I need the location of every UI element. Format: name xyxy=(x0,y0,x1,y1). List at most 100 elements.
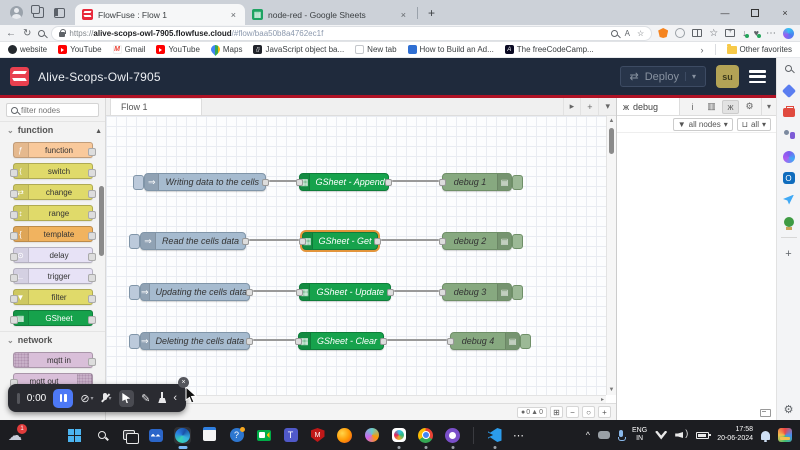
cursor-tool-button[interactable] xyxy=(119,390,135,407)
debug-node[interactable]: debug 2 ▤ xyxy=(442,232,512,250)
gsheet-get-node-selected[interactable]: ▦ GSheet - Get xyxy=(302,232,378,250)
bookmark-website[interactable]: website xyxy=(8,45,47,54)
sidebar-search-icon[interactable] xyxy=(782,62,795,75)
tray-device-icon[interactable] xyxy=(598,431,610,439)
palette-node-gsheet[interactable]: ▦GSheet xyxy=(13,310,93,326)
inject-button[interactable] xyxy=(129,285,140,300)
bookmark-maps[interactable]: Maps xyxy=(211,45,243,54)
canvas-vertical-scrollbar[interactable]: ▲ ▼ xyxy=(606,116,616,395)
input-port[interactable] xyxy=(296,179,303,186)
palette-node-delay[interactable]: ⊙delay xyxy=(13,247,93,263)
tools-icon[interactable] xyxy=(782,106,795,119)
outlook-icon[interactable]: O xyxy=(783,172,795,184)
inject-node[interactable]: ⇒ Writing data to the cells xyxy=(144,173,266,191)
palette-node-range[interactable]: ↕range xyxy=(13,205,93,221)
input-port[interactable] xyxy=(299,238,306,245)
config-tab-icon[interactable]: ⚙ xyxy=(741,100,758,114)
palette-filter[interactable] xyxy=(6,103,99,117)
close-window-button[interactable]: × xyxy=(770,0,800,25)
language-indicator[interactable]: ENGIN xyxy=(632,427,647,444)
status-counts[interactable]: ● 0 ▲ 0 xyxy=(517,407,547,418)
tab-actions-icon[interactable] xyxy=(54,8,65,18)
media-app-icon[interactable] xyxy=(147,427,164,444)
tab-sheets[interactable]: ▦ node-red - Google Sheets × xyxy=(245,4,415,25)
sidebar-settings-icon[interactable]: ⚙ xyxy=(782,403,795,416)
output-port[interactable] xyxy=(246,338,253,345)
restore-button[interactable] xyxy=(740,0,770,25)
inject-button[interactable] xyxy=(129,334,140,349)
google-meet-icon[interactable] xyxy=(255,427,272,444)
bookmark-newtab[interactable]: New tab xyxy=(355,45,396,54)
address-bar[interactable]: https://alive-scops-owl-7905.flowfuse.cl… xyxy=(52,27,651,40)
bookmarks-overflow-icon[interactable]: › xyxy=(701,45,704,55)
zoom-search-icon[interactable] xyxy=(611,30,618,37)
taskbar-search-icon[interactable] xyxy=(93,427,110,444)
input-port[interactable] xyxy=(439,179,446,186)
shopping-icon[interactable] xyxy=(782,84,795,97)
debug-toggle-button[interactable] xyxy=(512,285,523,300)
palette-node-switch[interactable]: ⟨switch xyxy=(13,163,93,179)
main-menu-icon[interactable] xyxy=(749,70,766,83)
input-port[interactable] xyxy=(439,289,446,296)
back-icon[interactable]: ← xyxy=(6,28,16,39)
vscode-icon[interactable] xyxy=(486,427,503,444)
games-icon[interactable] xyxy=(782,215,795,228)
slack-icon[interactable] xyxy=(390,427,407,444)
app-icon[interactable] xyxy=(363,427,380,444)
search-icon[interactable] xyxy=(38,30,45,37)
palette-section-function[interactable]: ⌄ function xyxy=(0,121,105,138)
add-sidebar-icon[interactable]: + xyxy=(782,247,795,260)
battery-icon[interactable] xyxy=(696,432,709,439)
eraser-tool-button[interactable] xyxy=(157,392,166,404)
profile-icon[interactable] xyxy=(10,6,23,19)
clock[interactable]: 17:5820-06-2024 xyxy=(717,426,753,444)
help-tab-icon[interactable]: ▥ xyxy=(703,100,720,114)
close-tab-icon[interactable]: × xyxy=(229,10,238,20)
tab-scroll-right-icon[interactable]: ▸ xyxy=(563,98,581,115)
bookmark-howto[interactable]: How to Build an Ad... xyxy=(408,45,494,54)
get-help-icon[interactable]: ? xyxy=(228,427,245,444)
debug-toggle-button[interactable] xyxy=(512,234,523,249)
drag-handle[interactable] xyxy=(17,393,20,404)
palette-node-change[interactable]: ⇄change xyxy=(13,184,93,200)
teams-icon[interactable]: T xyxy=(282,427,299,444)
read-aloud-icon[interactable]: A xyxy=(625,29,630,38)
extension-icon[interactable] xyxy=(675,28,685,38)
collapse-toolbar-icon[interactable]: ‹ xyxy=(173,392,177,404)
debug-tab-icon[interactable]: ж xyxy=(722,100,739,114)
browser-essentials-icon[interactable]: ♥ xyxy=(754,28,759,38)
designer-icon[interactable] xyxy=(782,150,795,163)
camera-off-button[interactable]: ⊘▾ xyxy=(80,392,93,405)
deploy-button[interactable]: ⇄ Deploy ▾ xyxy=(620,66,706,87)
debug-node[interactable]: debug 4 ▤ xyxy=(450,332,520,350)
scrollbar-thumb[interactable] xyxy=(609,128,614,154)
volume-icon[interactable] xyxy=(675,430,688,440)
user-avatar[interactable]: su xyxy=(716,65,739,88)
output-port[interactable] xyxy=(242,238,249,245)
zoom-out-button[interactable]: − xyxy=(566,406,579,418)
scroll-down-icon[interactable]: ▼ xyxy=(609,387,615,393)
refresh-icon[interactable]: ↻ xyxy=(23,28,31,39)
microsoft365-icon[interactable] xyxy=(782,128,795,141)
info-tab-icon[interactable]: i xyxy=(684,100,701,114)
inject-node[interactable]: ⇒ Read the cells data xyxy=(140,232,246,250)
github-desktop-icon[interactable] xyxy=(444,427,461,444)
screen-recorder-toolbar[interactable]: 0:00 ⊘▾ ▾ ✎ ‹ × xyxy=(8,384,186,412)
start-button[interactable] xyxy=(66,427,83,444)
zoom-reset-button[interactable]: ○ xyxy=(582,406,595,418)
bookmark-js[interactable]: {}JavaScript object ba... xyxy=(253,45,344,54)
collections-icon[interactable] xyxy=(725,29,735,37)
inject-button[interactable] xyxy=(129,234,140,249)
inject-button[interactable] xyxy=(133,175,144,190)
split-screen-icon[interactable] xyxy=(692,29,702,37)
downloads-icon[interactable]: ↓ xyxy=(742,28,747,38)
input-port[interactable] xyxy=(439,238,446,245)
inject-node[interactable]: ⇒ Updating the cells data xyxy=(140,283,250,301)
debug-node[interactable]: debug 1 ▤ xyxy=(442,173,512,191)
output-port[interactable] xyxy=(385,179,392,186)
palette-node-filter[interactable]: ▼filter xyxy=(13,289,93,305)
debug-node[interactable]: debug 3 ▤ xyxy=(442,283,512,301)
flow-canvas[interactable]: ⇒ Writing data to the cells ▦ GSheet - A… xyxy=(106,116,606,395)
input-port[interactable] xyxy=(447,338,454,345)
drop-icon[interactable] xyxy=(782,193,795,206)
